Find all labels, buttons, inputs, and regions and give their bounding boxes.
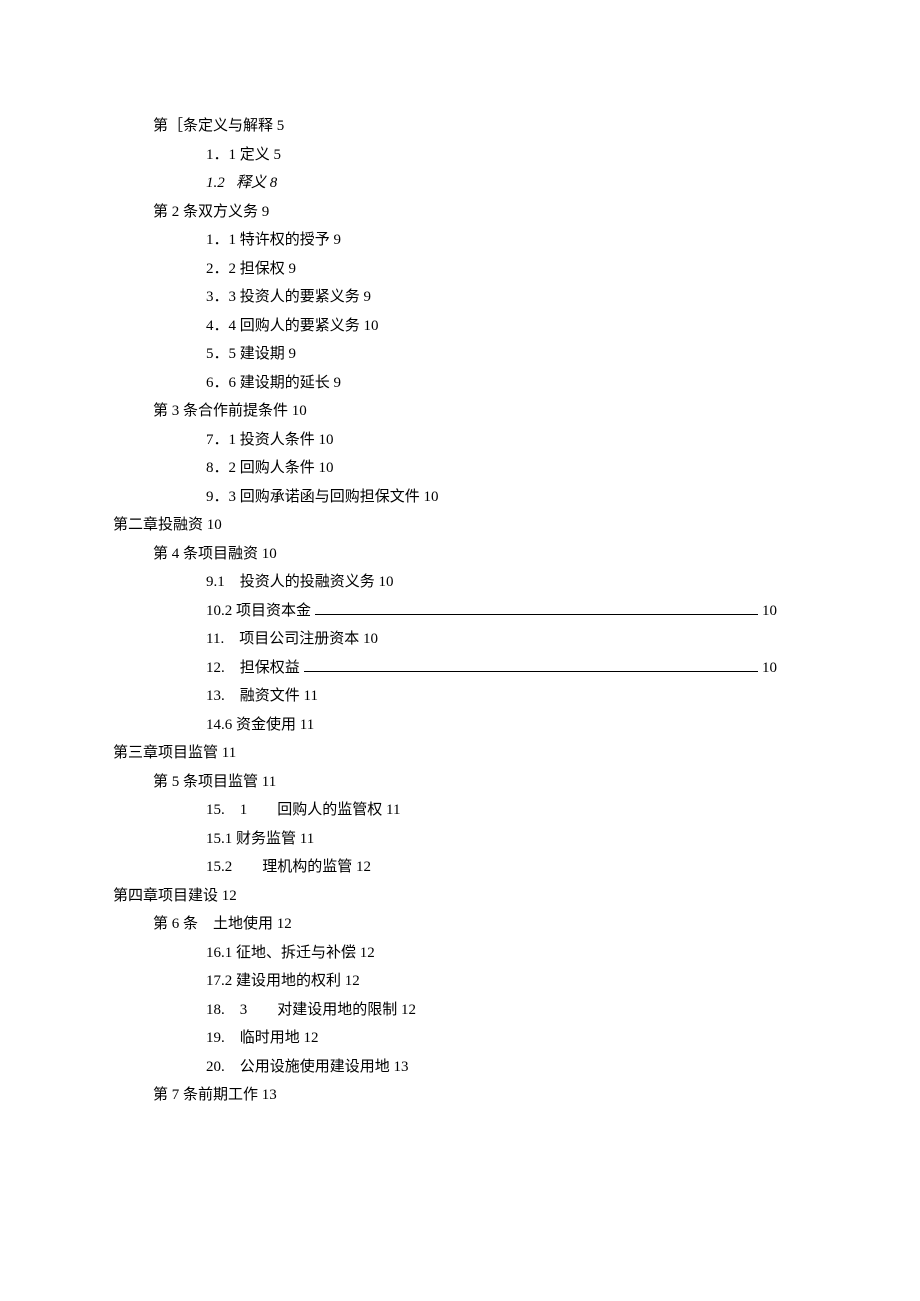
toc-entry: 第［条定义与解释 5 (113, 112, 807, 141)
toc-entry: 4．4 回购人的要紧义务 10 (113, 312, 807, 341)
toc-entry: 5．5 建设期 9 (113, 340, 807, 369)
toc-entry: 第 3 条合作前提条件 10 (113, 397, 807, 426)
toc-entry: 第 4 条项目融资 10 (113, 540, 807, 569)
toc-entry: 11. 项目公司注册资本 10 (113, 625, 807, 654)
document-page: 第［条定义与解释 5 1．1 定义 5 1.2 释义 8 第 2 条双方义务 9… (0, 0, 920, 1301)
toc-entry: 第 5 条项目监管 11 (113, 768, 807, 797)
toc-entry: 19. 临时用地 12 (113, 1024, 807, 1053)
toc-entry: 1．1 特许权的授予 9 (113, 226, 807, 255)
toc-entry: 3．3 投资人的要紧义务 9 (113, 283, 807, 312)
toc-entry: 第 6 条 土地使用 12 (113, 910, 807, 939)
leader-line (315, 614, 758, 615)
toc-entry: 第 2 条双方义务 9 (113, 198, 807, 227)
toc-chapter: 第二章投融资 10 (113, 511, 807, 540)
toc-page: 10 (762, 597, 807, 626)
toc-entry: 14.6 资金使用 11 (113, 711, 807, 740)
toc-text: 10.2 项目资本金 (206, 597, 311, 626)
toc-entry: 第 7 条前期工作 13 (113, 1081, 807, 1110)
toc-entry: 18. 3 对建设用地的限制 12 (113, 996, 807, 1025)
toc-entry: 1.2 释义 8 (113, 169, 807, 198)
toc-entry: 15. 1 回购人的监管权 11 (113, 796, 807, 825)
toc-chapter: 第四章项目建设 12 (113, 882, 807, 911)
toc-entry-fill: 12. 担保权益 10 (113, 654, 807, 683)
toc-entry: 17.2 建设用地的权利 12 (113, 967, 807, 996)
toc-entry: 15.2 理机构的监管 12 (113, 853, 807, 882)
toc-text: 释义 8 (236, 175, 277, 191)
toc-number: 1.2 (206, 175, 225, 191)
toc-entry: 2．2 担保权 9 (113, 255, 807, 284)
toc-entry: 16.1 征地、拆迁与补偿 12 (113, 939, 807, 968)
toc-entry: 8．2 回购人条件 10 (113, 454, 807, 483)
toc-text: 12. 担保权益 (206, 654, 300, 683)
toc-entry: 9．3 回购承诺函与回购担保文件 10 (113, 483, 807, 512)
toc-entry: 7．1 投资人条件 10 (113, 426, 807, 455)
toc-chapter: 第三章项目监管 11 (113, 739, 807, 768)
toc-entry: 15.1 财务监管 11 (113, 825, 807, 854)
toc-entry: 9.1 投资人的投融资义务 10 (113, 568, 807, 597)
toc-entry: 20. 公用设施使用建设用地 13 (113, 1053, 807, 1082)
toc-entry: 13. 融资文件 11 (113, 682, 807, 711)
leader-line (304, 671, 758, 672)
toc-entry: 1．1 定义 5 (113, 141, 807, 170)
toc-page: 10 (762, 654, 807, 683)
toc-entry-fill: 10.2 项目资本金 10 (113, 597, 807, 626)
toc-entry: 6．6 建设期的延长 9 (113, 369, 807, 398)
